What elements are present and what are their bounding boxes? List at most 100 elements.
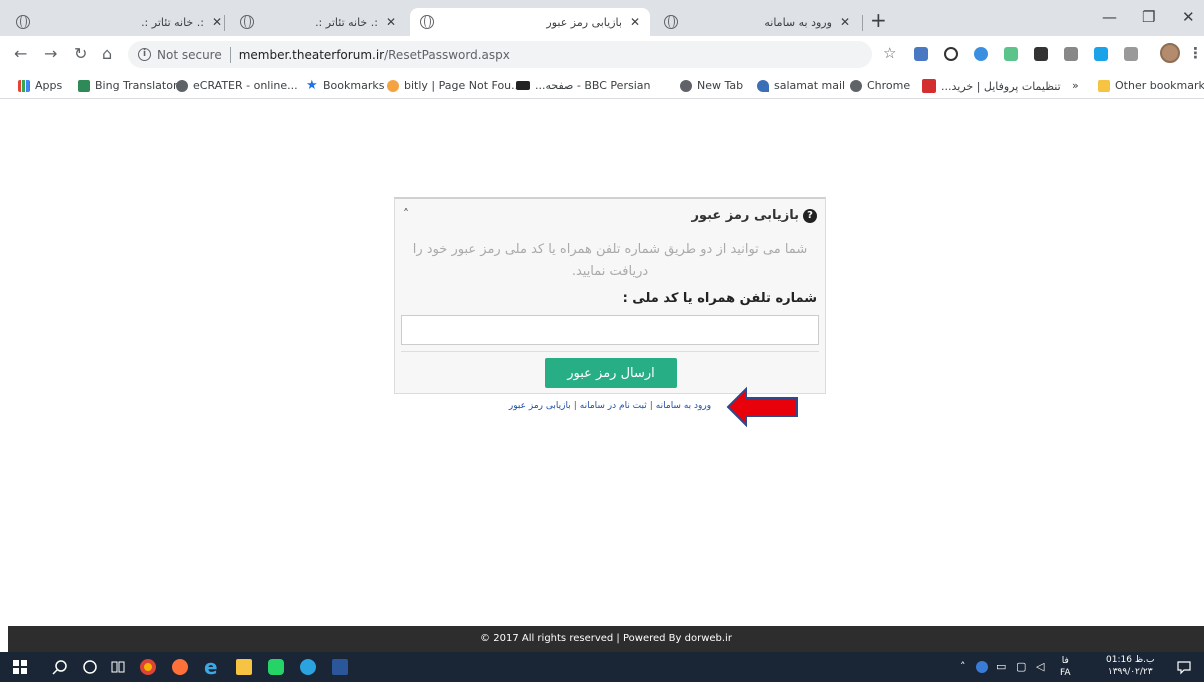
bookmark-profile-settings[interactable]: تنظیمات پروفایل | خرید... — [922, 79, 1061, 93]
back-button[interactable]: ← — [14, 45, 27, 63]
info-icon[interactable]: i — [138, 48, 151, 61]
extension-icon[interactable] — [1034, 47, 1048, 61]
new-tab-button[interactable]: + — [870, 8, 887, 32]
extension-icon[interactable] — [1094, 47, 1108, 61]
overflow-chevron: » — [1072, 79, 1079, 92]
firefox-taskbar-icon[interactable] — [172, 659, 188, 675]
bookmark-label: Chrome — [867, 79, 911, 92]
phone-or-national-id-input[interactable] — [401, 315, 819, 345]
bookmark-label: BBC Persian - صفحه... — [535, 79, 651, 92]
language-indicator[interactable]: فا FA — [1060, 655, 1071, 679]
windows-taskbar: e ˄ ▭ ▢ ◁ فا FA 01:16 ب.ظ ۱۳۹۹/۰۲/۲۳ — [0, 652, 1204, 682]
volume-icon[interactable]: ◁ — [1036, 660, 1044, 673]
bookmark-star-icon[interactable]: ☆ — [883, 44, 896, 62]
bookmark-label: Apps — [35, 79, 63, 92]
register-link[interactable]: ثبت نام در سامانه — [580, 401, 647, 411]
question-icon: ? — [803, 208, 817, 223]
collapse-chevron-icon[interactable]: ˄ — [403, 207, 409, 221]
extension-icon[interactable] — [1004, 47, 1018, 61]
notification-icon[interactable] — [1176, 659, 1192, 675]
url-host: member.theaterforum.ir — [238, 47, 385, 62]
close-window-button[interactable]: ✕ — [1182, 8, 1195, 26]
send-password-button[interactable]: ارسال رمز عبور — [545, 358, 677, 388]
panel-description: شما می توانید از دو طریق شماره تلفن همرا… — [412, 242, 808, 279]
globe-icon — [680, 79, 692, 92]
telegram-taskbar-icon[interactable] — [300, 659, 316, 675]
bookmark-label: bitly | Page Not Fou... — [404, 79, 522, 92]
close-icon[interactable]: ✕ — [212, 15, 222, 29]
search-icon[interactable] — [52, 659, 68, 675]
bookmark-salamat-mail[interactable]: salamat mail — [757, 79, 845, 92]
bookmark-bookmarks[interactable]: ★ Bookmarks — [306, 77, 384, 93]
site-footer: © 2017 All rights reserved | Powered By … — [8, 626, 1204, 652]
mail-icon — [757, 79, 769, 92]
close-icon[interactable]: ✕ — [840, 15, 850, 29]
extension-icon[interactable] — [974, 47, 988, 61]
tab-strip: :. خانه تئاتر :. ✕ :. خانه تئاتر :. ✕ با… — [0, 0, 1204, 36]
bookmark-chrome[interactable]: Chrome — [850, 79, 910, 92]
reset-password-panel: ˄ ? بازیابی رمز عبور شما می توانید از دو… — [394, 197, 826, 394]
tab-1[interactable]: :. خانه تئاتر :. ✕ — [6, 8, 232, 36]
clock-date: ۱۳۹۹/۰۲/۲۳ — [1107, 667, 1153, 677]
close-icon[interactable]: ✕ — [386, 15, 396, 29]
red-arrow-annotation — [726, 386, 798, 428]
tab-3-active[interactable]: بازیابی رمز عبور ✕ — [410, 8, 650, 36]
task-view-icon[interactable] — [110, 659, 126, 675]
menu-kebab-icon[interactable]: ⋮ — [1188, 44, 1203, 62]
tab-separator — [862, 15, 863, 31]
bookmark-ecrater[interactable]: eCRATER - online... — [176, 79, 298, 92]
bookmark-apps[interactable]: Apps — [18, 79, 62, 92]
cortana-icon[interactable] — [82, 659, 98, 675]
globe-icon — [16, 15, 30, 29]
login-link[interactable]: ورود به سامانه — [656, 401, 711, 411]
chrome-taskbar-icon[interactable] — [140, 659, 156, 675]
battery-icon[interactable]: ▭ — [996, 660, 1006, 673]
bookmark-label: Bing Translator — [95, 79, 178, 92]
bookmark-other-bookmarks[interactable]: Other bookmarks — [1098, 79, 1204, 92]
tray-app-icon[interactable] — [976, 661, 988, 673]
n-logo-icon — [922, 79, 936, 93]
globe-icon — [240, 15, 254, 29]
home-button[interactable]: ⌂ — [102, 45, 112, 63]
profile-avatar[interactable] — [1160, 43, 1180, 63]
star-icon: ★ — [306, 77, 318, 93]
bitly-icon — [387, 79, 399, 92]
bookmark-bbc-persian[interactable]: BBC Persian - صفحه... — [516, 79, 650, 92]
show-hidden-icons[interactable]: ˄ — [960, 660, 966, 673]
extension-icon[interactable] — [944, 47, 958, 61]
word-taskbar-icon[interactable] — [332, 659, 348, 675]
security-label: Not secure — [157, 47, 222, 62]
system-clock[interactable]: 01:16 ب.ظ ۱۳۹۹/۰۲/۲۳ — [1106, 654, 1154, 678]
reload-button[interactable]: ↻ — [74, 45, 87, 63]
bookmark-label: New Tab — [697, 79, 744, 92]
bookmark-bitly[interactable]: bitly | Page Not Fou... — [387, 79, 522, 92]
minimize-button[interactable]: — — [1102, 8, 1117, 26]
close-icon[interactable]: ✕ — [630, 15, 640, 29]
address-bar[interactable]: i Not secure member.theaterforum.ir/Rese… — [128, 41, 872, 68]
extension-icon[interactable] — [1064, 47, 1078, 61]
globe-icon — [850, 79, 862, 92]
bookmark-new-tab[interactable]: New Tab — [680, 79, 743, 92]
tab-title: بازیابی رمز عبور — [546, 15, 622, 29]
bookmark-bing-translator[interactable]: Bing Translator — [78, 79, 177, 92]
restore-button[interactable]: ❐ — [1142, 8, 1155, 26]
edge-taskbar-icon[interactable]: e — [204, 657, 220, 677]
network-icon[interactable]: ▢ — [1016, 660, 1026, 673]
tab-title: :. خانه تئاتر :. — [315, 15, 378, 29]
folder-icon — [1098, 79, 1110, 92]
tab-2[interactable]: :. خانه تئاتر :. ✕ — [230, 8, 406, 36]
globe-icon — [176, 79, 188, 92]
link-separator: | — [573, 401, 577, 411]
whatsapp-taskbar-icon[interactable] — [268, 659, 284, 675]
file-explorer-icon[interactable] — [236, 659, 252, 675]
recover-password-link[interactable]: بازیابی رمز عبور — [509, 401, 571, 411]
phone-or-national-id-label: شماره تلفن همراه یا کد ملی : — [622, 291, 817, 306]
forward-button[interactable]: → — [44, 45, 57, 63]
translate-extension-icon[interactable] — [914, 47, 928, 61]
qr-code-icon[interactable] — [1124, 47, 1138, 61]
language-label: فا — [1061, 656, 1069, 666]
windows-start-icon[interactable] — [12, 659, 28, 675]
tab-4[interactable]: ورود به سامانه ✕ — [654, 8, 860, 36]
bookmark-label: eCRATER - online... — [193, 79, 298, 92]
bookmarks-overflow-button[interactable]: » — [1072, 79, 1079, 92]
